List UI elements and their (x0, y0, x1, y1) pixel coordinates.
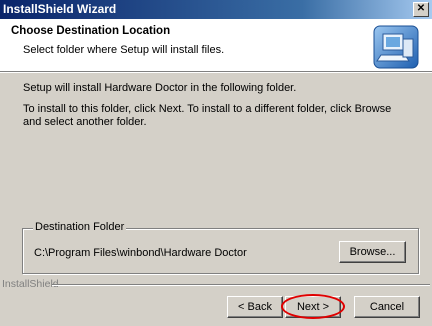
page-subtitle: Select folder where Setup will install f… (23, 44, 225, 56)
destination-path: C:\Program Files\winbond\Hardware Doctor (34, 247, 247, 259)
header-divider (0, 72, 432, 73)
instruction-text-2: To install to this folder, click Next. T… (23, 103, 392, 128)
cancel-button[interactable]: Cancel (354, 296, 420, 318)
wizard-header: Choose Destination Location Select folde… (0, 19, 432, 72)
computer-setup-icon (373, 25, 419, 69)
footer-divider (52, 284, 430, 286)
close-icon: ✕ (416, 3, 426, 14)
title-bar: InstallShield Wizard ✕ (0, 0, 432, 19)
installshield-wizard-window: InstallShield Wizard ✕ Choose Destinatio… (0, 0, 432, 326)
window-title: InstallShield Wizard (3, 2, 117, 16)
page-title: Choose Destination Location (11, 25, 171, 37)
browse-button[interactable]: Browse... (339, 241, 406, 263)
back-button[interactable]: < Back (227, 296, 283, 318)
destination-folder-legend: Destination Folder (33, 221, 127, 233)
next-button[interactable]: Next > (285, 296, 341, 318)
installshield-brand: InstallShield (2, 278, 59, 290)
close-button[interactable]: ✕ (413, 2, 429, 17)
instruction-text-1: Setup will install Hardware Doctor in th… (23, 82, 297, 94)
